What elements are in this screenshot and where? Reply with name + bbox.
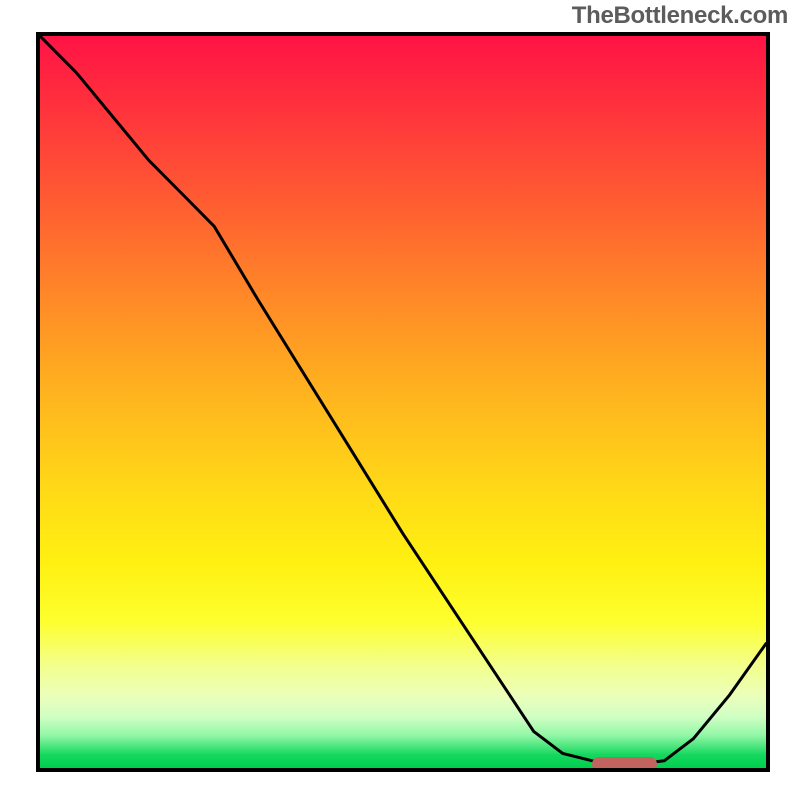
bottleneck-curve bbox=[40, 36, 766, 768]
watermark-label: TheBottleneck.com bbox=[572, 2, 788, 30]
optimal-range-marker bbox=[592, 757, 657, 771]
chart-container: TheBottleneck.com bbox=[0, 0, 800, 800]
plot-area bbox=[36, 32, 770, 772]
